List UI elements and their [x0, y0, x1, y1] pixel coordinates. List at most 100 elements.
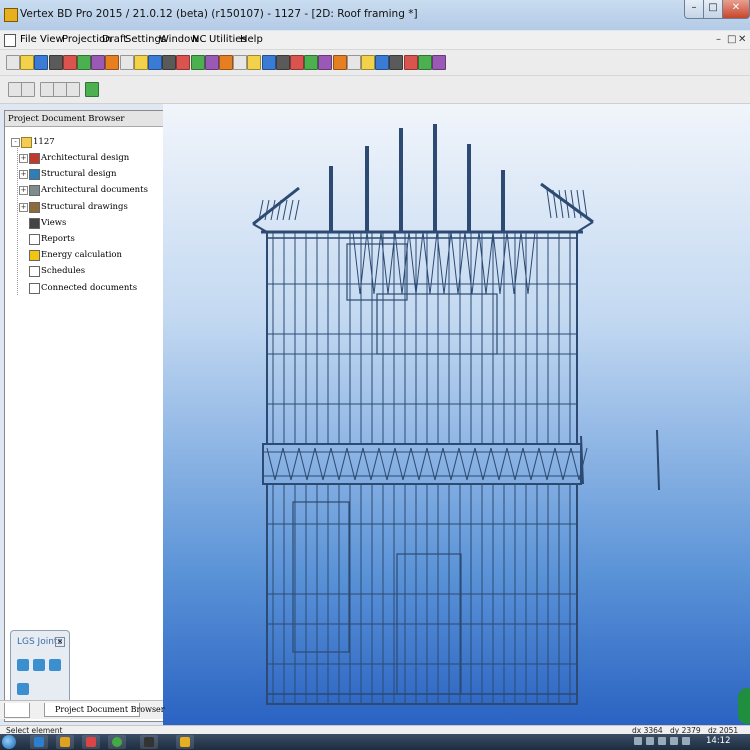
- menu-nc[interactable]: NC: [192, 34, 206, 45]
- maximize-button[interactable]: □: [703, 0, 723, 19]
- framing-member: [415, 231, 424, 295]
- wall-icon[interactable]: [119, 55, 134, 70]
- close-button[interactable]: ✕: [722, 0, 750, 19]
- ie-icon: [34, 737, 44, 747]
- tree-item-label: Reports: [41, 234, 75, 244]
- framing-member: [514, 447, 524, 481]
- mdi-close-button[interactable]: ✕: [738, 34, 746, 45]
- framing-member: [450, 231, 459, 295]
- eraser-icon[interactable]: [91, 55, 106, 70]
- start-button[interactable]: [2, 735, 16, 749]
- menu-view[interactable]: View: [40, 34, 64, 45]
- frame-icon[interactable]: [133, 55, 148, 70]
- framing-member: [373, 231, 382, 295]
- tab-project-document-browser[interactable]: Project Document Browser: [44, 703, 165, 717]
- zoom-window-icon[interactable]: [53, 82, 67, 97]
- taskbar-media[interactable]: [56, 735, 74, 749]
- grid-icon[interactable]: [148, 55, 162, 70]
- taskbar-explorer[interactable]: [30, 735, 48, 749]
- drawing-viewport[interactable]: [163, 104, 750, 725]
- refresh-icon[interactable]: [85, 82, 99, 97]
- framing-member: [656, 429, 660, 491]
- layers-icon[interactable]: [77, 55, 91, 70]
- framing-member: [294, 199, 300, 221]
- mdi-restore-button[interactable]: □: [727, 34, 736, 45]
- joint-corner-icon[interactable]: [49, 659, 61, 671]
- framing-member: [380, 231, 389, 295]
- lgs-close-button[interactable]: ✕: [55, 637, 65, 647]
- framing-member: [520, 231, 529, 295]
- tree-expander[interactable]: +: [19, 202, 28, 212]
- export-icon[interactable]: [62, 55, 77, 70]
- panel-icon[interactable]: [204, 55, 219, 70]
- render-icon[interactable]: [432, 55, 446, 70]
- hatch-icon[interactable]: [261, 55, 276, 70]
- roof-framing-model[interactable]: [163, 104, 750, 725]
- tree-item-label: Schedules: [41, 266, 86, 277]
- open-folder-icon[interactable]: [20, 55, 35, 70]
- note-icon[interactable]: [290, 55, 304, 70]
- settings-icon[interactable]: [190, 55, 205, 70]
- joist-icon[interactable]: [389, 55, 404, 70]
- root-expander[interactable]: -: [11, 138, 20, 147]
- joint-cross-icon[interactable]: [17, 683, 29, 695]
- zoom-extents-icon[interactable]: [66, 82, 80, 97]
- panel-title: Project Document Browser: [5, 111, 163, 127]
- vertex-logo: [738, 688, 750, 724]
- tree-expander[interactable]: +: [19, 154, 28, 163]
- door-icon[interactable]: [176, 55, 191, 70]
- truss-icon[interactable]: [403, 55, 418, 70]
- joint-l-icon[interactable]: [17, 659, 29, 671]
- network-icon[interactable]: [670, 737, 678, 745]
- framing-member: [274, 447, 284, 481]
- tree-expander[interactable]: +: [19, 186, 28, 196]
- minimize-button[interactable]: –: [684, 0, 704, 19]
- tray-icon[interactable]: [646, 737, 654, 745]
- framing-member: [482, 447, 492, 481]
- tree-expander[interactable]: +: [19, 170, 28, 180]
- taskbar-app[interactable]: [140, 735, 158, 749]
- print-icon[interactable]: [48, 55, 63, 70]
- taskbar-vertex[interactable]: [176, 735, 194, 749]
- roof-icon[interactable]: [247, 55, 262, 70]
- zoom-icon[interactable]: [40, 82, 54, 97]
- dimension-icon[interactable]: [275, 55, 290, 70]
- 3d-icon[interactable]: [346, 55, 361, 70]
- framing-member: [506, 447, 516, 481]
- wall-tool-icon[interactable]: [233, 55, 248, 70]
- menu-file[interactable]: File: [20, 34, 37, 45]
- framing-member: [282, 447, 292, 481]
- tree-item-label: Architectural design: [41, 153, 130, 163]
- volume-icon[interactable]: [682, 737, 690, 745]
- text-icon[interactable]: [304, 55, 319, 70]
- architectural-documents-icon: [29, 185, 40, 197]
- framing-member: [346, 447, 356, 481]
- edit-point-icon[interactable]: [21, 82, 35, 97]
- green-grid-icon[interactable]: [219, 55, 233, 70]
- stud-icon[interactable]: [375, 55, 390, 70]
- view-toolbar: [0, 76, 750, 104]
- framing-member: [394, 447, 404, 481]
- tray-icon[interactable]: [634, 737, 642, 745]
- sheet-icon[interactable]: [318, 55, 333, 70]
- document-icon[interactable]: [4, 34, 16, 47]
- pointer-icon[interactable]: [8, 82, 22, 97]
- list-icon[interactable]: [361, 55, 375, 70]
- menu-help[interactable]: Help: [240, 34, 263, 45]
- tab-structure[interactable]: [4, 703, 30, 718]
- save-icon[interactable]: [34, 55, 49, 70]
- framing-member: [522, 447, 532, 481]
- beam-icon[interactable]: [417, 55, 432, 70]
- new-file-icon[interactable]: [6, 55, 20, 70]
- table-icon[interactable]: [332, 55, 347, 70]
- menu-draft[interactable]: Draft: [102, 34, 127, 45]
- framing-member: [298, 447, 308, 481]
- joint-t-icon[interactable]: [33, 659, 45, 671]
- mdi-minimize-button[interactable]: –: [716, 34, 721, 45]
- lgs-joints-palette: LGS Joints ✕: [10, 630, 70, 710]
- select-icon[interactable]: [105, 55, 120, 70]
- taskbar-player[interactable]: [82, 735, 100, 749]
- taskbar-chrome[interactable]: [108, 735, 126, 749]
- window-icon[interactable]: [162, 55, 177, 70]
- tray-icon[interactable]: [658, 737, 666, 745]
